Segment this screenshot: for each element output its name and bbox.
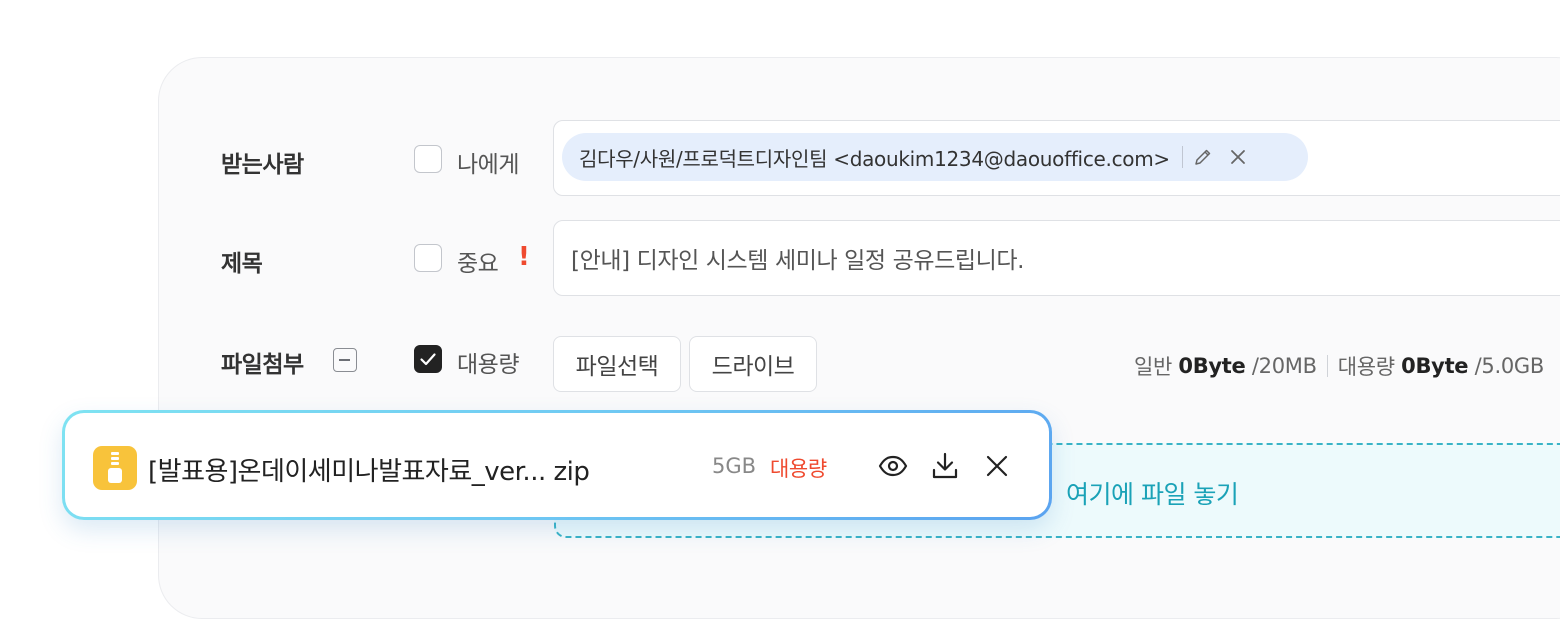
- large-capacity-label: 대용량: [1337, 355, 1395, 379]
- large-file-badge: 대용량: [770, 457, 827, 481]
- checkmark-icon: [420, 353, 436, 366]
- dropzone-text: 여기에 파일 놓기: [1066, 480, 1239, 509]
- remove-recipient-close-icon[interactable]: [1229, 148, 1247, 166]
- subject-input[interactable]: [안내] 디자인 시스템 세미나 일정 공유드립니다.: [553, 220, 1560, 296]
- recipient-label: 받는사람: [221, 152, 304, 178]
- large-file-checkbox[interactable]: [414, 345, 442, 373]
- subject-label: 제목: [221, 251, 263, 277]
- chip-divider: [1181, 146, 1183, 168]
- to-me-label: 나에게: [457, 152, 519, 178]
- file-name: [발표용]온데이세미나발표자료_ver... zip: [148, 457, 590, 487]
- remove-file-close-icon[interactable]: [982, 451, 1012, 481]
- large-total: /5.0GB: [1474, 354, 1545, 378]
- important-label: 중요: [457, 251, 499, 277]
- file-size: 5GB: [712, 454, 757, 478]
- download-icon[interactable]: [930, 451, 960, 481]
- important-exclamation-icon: !: [518, 242, 530, 272]
- recipient-field[interactable]: 김다우/사원/프로덕트디자인팀 <daoukim1234@daouoffice.…: [553, 120, 1560, 196]
- large-file-label: 대용량: [457, 352, 519, 378]
- collapse-minus-icon[interactable]: [333, 348, 357, 372]
- to-me-checkbox[interactable]: [414, 145, 442, 173]
- normal-total: /20MB: [1251, 354, 1317, 378]
- capacity-info: 일반 0Byte /20MB 대용량 0Byte /5.0GB: [1134, 351, 1544, 381]
- edit-pencil-icon[interactable]: [1193, 147, 1213, 167]
- large-used: 0Byte: [1401, 354, 1469, 378]
- subject-input-value: [안내] 디자인 시스템 세미나 일정 공유드립니다.: [571, 248, 1025, 274]
- drive-button[interactable]: 드라이브: [689, 336, 817, 392]
- recipient-chip[interactable]: 김다우/사원/프로덕트디자인팀 <daoukim1234@daouoffice.…: [562, 133, 1308, 181]
- capacity-divider: [1326, 355, 1328, 377]
- recipient-chip-text: 김다우/사원/프로덕트디자인팀 <daoukim1234@daouoffice.…: [579, 146, 1170, 171]
- attached-file-card[interactable]: [발표용]온데이세미나발표자료_ver... zip 5GB 대용량: [62, 410, 1052, 520]
- important-checkbox[interactable]: [414, 244, 442, 272]
- zip-file-icon: [93, 446, 137, 490]
- select-file-button[interactable]: 파일선택: [553, 336, 681, 392]
- attachment-label: 파일첨부: [221, 352, 304, 378]
- normal-used: 0Byte: [1178, 354, 1246, 378]
- preview-eye-icon[interactable]: [878, 451, 908, 481]
- normal-capacity-label: 일반: [1133, 355, 1172, 379]
